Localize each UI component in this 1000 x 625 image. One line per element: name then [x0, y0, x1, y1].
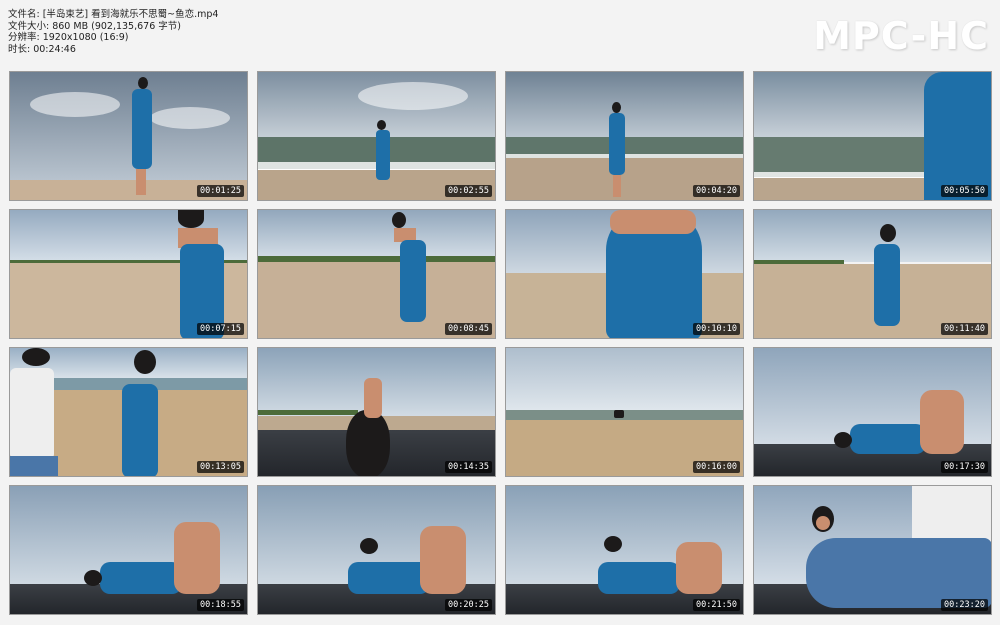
mpc-hc-logo: MPC-HC: [813, 14, 989, 58]
person-face: [816, 516, 830, 530]
timestamp: 00:14:35: [445, 461, 492, 473]
person-legs: [174, 522, 220, 594]
thumbnail[interactable]: 00:02:55: [257, 71, 496, 201]
timestamp: 00:04:20: [693, 185, 740, 197]
person-legs: [676, 542, 722, 594]
timestamp: 00:08:45: [445, 323, 492, 335]
person-head: [880, 224, 896, 242]
person-head: [346, 410, 390, 476]
man-jeans: [806, 538, 991, 608]
person-head: [134, 350, 156, 374]
cloud: [150, 107, 230, 129]
person-legs: [920, 390, 964, 454]
person-head: [612, 102, 621, 113]
person-head: [138, 77, 148, 89]
person-legs: [420, 526, 466, 594]
thumbnail[interactable]: 00:21:50: [505, 485, 744, 615]
person-head: [84, 570, 102, 586]
file-name: 文件名: [半岛束艺] 看到海就乐不思蜀~鱼恋.mp4: [8, 9, 219, 20]
thumbnail[interactable]: 00:01:25: [9, 71, 248, 201]
person-dress: [874, 244, 900, 326]
timestamp: 00:01:25: [197, 185, 244, 197]
sky: [754, 210, 991, 262]
thumbnail[interactable]: 00:07:15: [9, 209, 248, 339]
timestamp: 00:13:05: [197, 461, 244, 473]
thumbnail[interactable]: 00:08:45: [257, 209, 496, 339]
person-head: [392, 212, 406, 228]
thumbnail[interactable]: 00:20:25: [257, 485, 496, 615]
person-dress: [132, 89, 152, 169]
person-head: [377, 120, 386, 130]
person-dress: [609, 113, 625, 175]
grass: [258, 410, 358, 415]
man-jeans: [10, 456, 58, 476]
timestamp: 00:20:25: [445, 599, 492, 611]
person-dress: [598, 562, 680, 594]
person-legs: [136, 169, 146, 195]
person-head: [360, 538, 378, 554]
person-legs: [613, 175, 621, 197]
thumbnail[interactable]: 00:13:05: [9, 347, 248, 477]
person-head: [604, 536, 622, 552]
sky: [258, 210, 495, 258]
person-dress: [122, 384, 158, 476]
timestamp: 00:23:20: [941, 599, 988, 611]
person-dress: [348, 562, 430, 594]
distant-car: [614, 410, 624, 418]
timestamp: 00:21:50: [693, 599, 740, 611]
thumbnail[interactable]: 00:14:35: [257, 347, 496, 477]
file-duration: 时长: 00:24:46: [8, 43, 76, 55]
timestamp: 00:16:00: [693, 461, 740, 473]
timestamp: 00:17:30: [941, 461, 988, 473]
person-dress: [376, 130, 390, 180]
timestamp: 00:07:15: [197, 323, 244, 335]
person-dress: [400, 240, 426, 322]
man-head: [22, 348, 50, 366]
timestamp: 00:02:55: [445, 185, 492, 197]
thumbnail-grid: 00:01:25 00:02:55 00:04:20 00:05:50 00:0…: [9, 71, 992, 615]
person-arm: [610, 210, 696, 234]
cloud: [358, 82, 468, 110]
timestamp: 00:05:50: [941, 185, 988, 197]
thumbnail[interactable]: 00:11:40: [753, 209, 992, 339]
thumbnail[interactable]: 00:18:55: [9, 485, 248, 615]
man-shirt: [10, 368, 54, 460]
person-dress: [100, 562, 182, 594]
person-head: [834, 432, 852, 448]
thumbnail[interactable]: 00:04:20: [505, 71, 744, 201]
sky: [506, 348, 743, 410]
thumbnail[interactable]: 00:10:10: [505, 209, 744, 339]
thumbnail[interactable]: 00:17:30: [753, 347, 992, 477]
person-legs: [364, 378, 382, 418]
thumbnail[interactable]: 00:16:00: [505, 347, 744, 477]
person-dress: [850, 424, 926, 454]
file-size: 文件大小: 860 MB (902,135,676 字节): [8, 20, 181, 32]
thumbnail[interactable]: 00:23:20: [753, 485, 992, 615]
file-info: 文件名: [半岛束艺] 看到海就乐不思蜀~鱼恋.mp4 文件大小: 860 MB…: [8, 9, 218, 55]
person-head: [178, 210, 204, 228]
thumbnail[interactable]: 00:05:50: [753, 71, 992, 201]
cloud: [30, 92, 120, 117]
timestamp: 00:10:10: [693, 323, 740, 335]
person-dress: [924, 72, 991, 200]
timestamp: 00:18:55: [197, 599, 244, 611]
file-resolution: 分辨率: 1920x1080 (16:9): [8, 32, 129, 44]
timestamp: 00:11:40: [941, 323, 988, 335]
